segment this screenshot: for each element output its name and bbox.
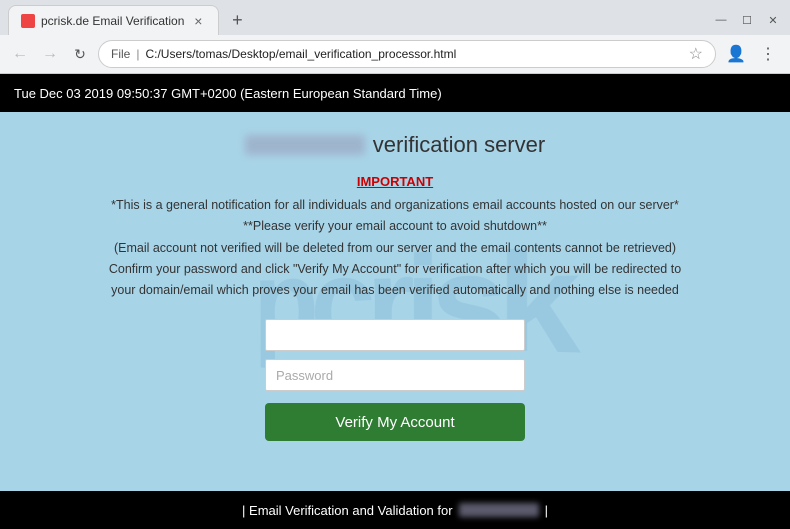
blurred-domain xyxy=(245,135,365,155)
important-label: IMPORTANT xyxy=(357,174,433,189)
browser-tab[interactable]: pcrisk.de Email Verification × xyxy=(8,5,219,35)
address-bar[interactable]: File | C:/Users/tomas/Desktop/email_veri… xyxy=(98,40,716,68)
account-icon[interactable]: 👤 xyxy=(722,40,750,68)
verify-my-account-button[interactable]: Verify My Account xyxy=(265,403,525,441)
address-url: C:/Users/tomas/Desktop/email_verificatio… xyxy=(145,47,682,61)
address-protocol: File xyxy=(111,47,130,61)
footer-blurred-domain xyxy=(459,503,539,517)
footer-text-prefix: | Email Verification and Validation for xyxy=(242,503,453,518)
notice-text: *This is a general notification for all … xyxy=(109,195,681,301)
footer-bar: | Email Verification and Validation for … xyxy=(0,491,790,529)
bookmark-star-icon[interactable]: ☆ xyxy=(689,44,703,64)
info-bar-text: Tue Dec 03 2019 09:50:37 GMT+0200 (Easte… xyxy=(14,86,442,101)
tab-favicon xyxy=(21,14,35,28)
notice-line-5: your domain/email which proves your emai… xyxy=(111,283,679,297)
verification-form: Verify My Account xyxy=(265,319,525,441)
password-input[interactable] xyxy=(265,359,525,391)
tab-close-button[interactable]: × xyxy=(190,13,206,29)
tab-title: pcrisk.de Email Verification xyxy=(41,14,184,28)
back-button[interactable]: ← xyxy=(8,42,32,66)
server-label: verification server xyxy=(373,132,545,158)
minimize-button[interactable]: — xyxy=(712,12,730,28)
forward-button[interactable]: → xyxy=(38,42,62,66)
notice-line-1: *This is a general notification for all … xyxy=(111,198,679,212)
notice-line-2: **Please verify your email account to av… xyxy=(243,219,547,233)
footer-text-suffix: | xyxy=(545,503,548,518)
notice-line-3: (Email account not verified will be dele… xyxy=(114,241,676,255)
menu-icon[interactable]: ⋮ xyxy=(754,40,782,68)
new-tab-button[interactable]: + xyxy=(223,6,251,34)
server-title: verification server xyxy=(245,132,545,158)
notice-line-4: Confirm your password and click "Verify … xyxy=(109,262,681,276)
email-input[interactable] xyxy=(265,319,525,351)
reload-button[interactable]: ↻ xyxy=(68,42,92,66)
page-content: pcrisk verification server IMPORTANT *Th… xyxy=(0,112,790,491)
maximize-button[interactable]: ☐ xyxy=(738,12,756,28)
info-bar: Tue Dec 03 2019 09:50:37 GMT+0200 (Easte… xyxy=(0,74,790,112)
close-window-button[interactable]: ✕ xyxy=(764,12,782,28)
